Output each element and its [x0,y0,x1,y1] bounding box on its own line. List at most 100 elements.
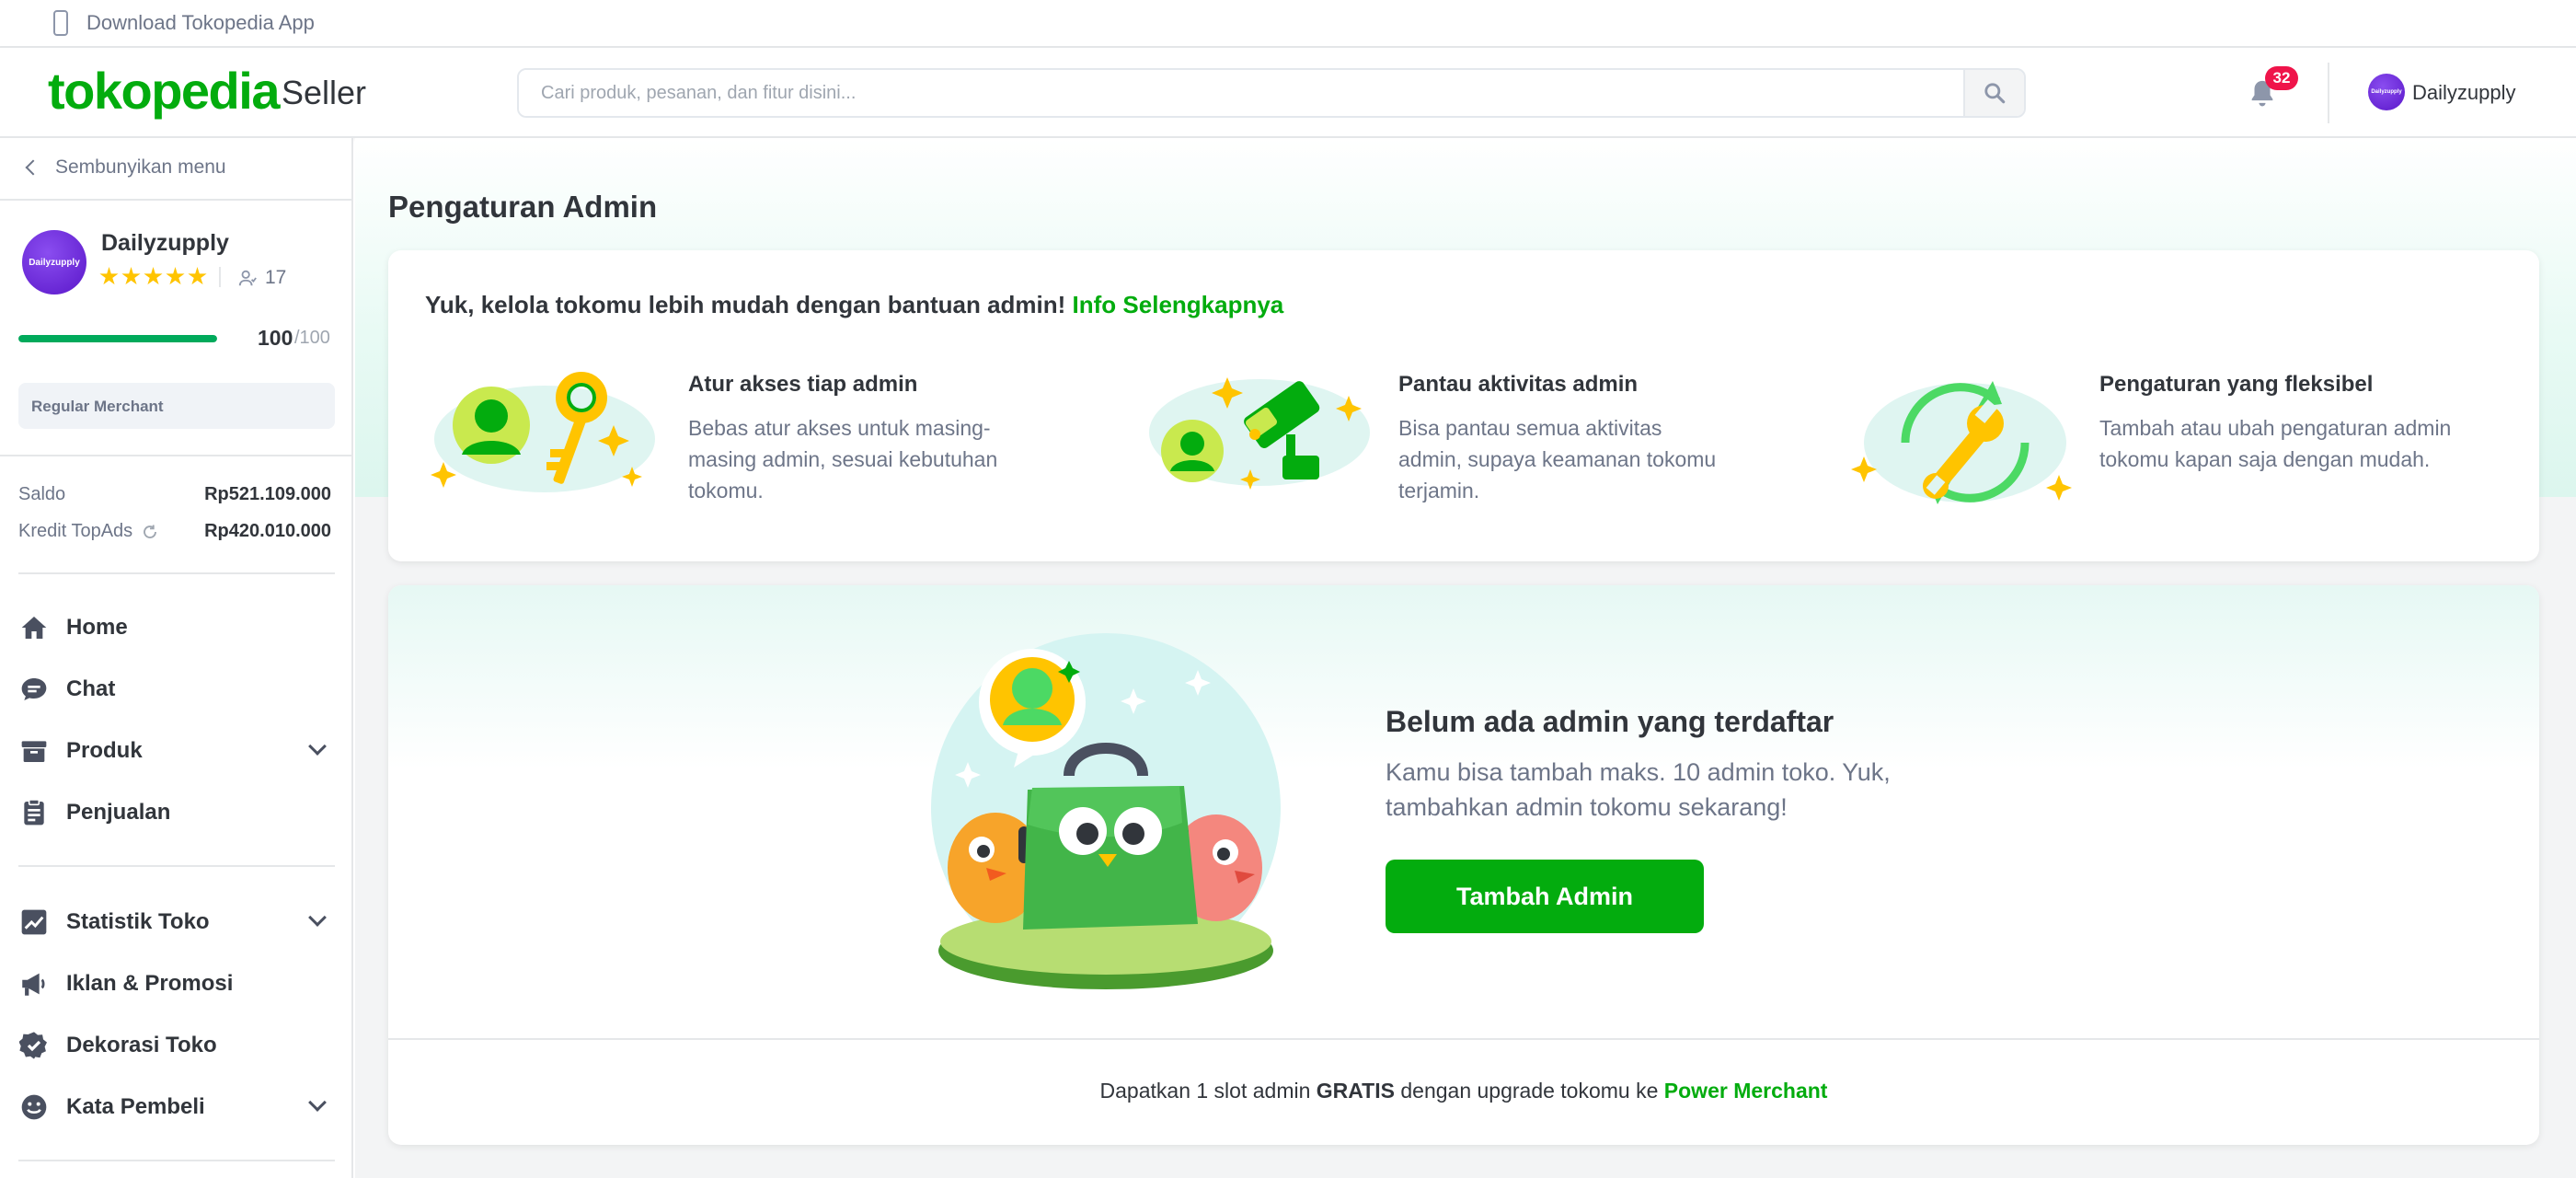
nav-label: Statistik Toko [66,909,210,934]
mascot-support-illustration [931,633,1281,989]
nav-label: Dekorasi Toko [66,1033,217,1057]
nav-label: Chat [66,676,116,701]
chevron-down-icon [308,1093,327,1112]
hide-menu-label: Sembunyikan menu [55,156,226,178]
followers-icon [238,270,257,286]
search-icon [1984,83,2006,104]
smiley-icon [18,1091,50,1123]
card-gradient [388,585,2539,769]
admin-info-card: Yuk, kelola tokomu lebih mudah dengan ba… [388,250,2539,561]
shop-score-bar [18,335,217,342]
wrench-sync-illustration [1851,381,2072,504]
app-download-bar[interactable]: Download Tokopedia App [0,0,2576,48]
empty-title: Belum ada admin yang terdaftar [1386,705,1834,738]
shop-score: 100 [258,326,293,350]
empty-description: Kamu bisa tambah maks. 10 admin toko. Yu… [1386,758,1891,821]
box-icon [18,735,50,767]
merchant-type-badge[interactable]: Regular Merchant [18,383,335,429]
shop-score-max: /100 [294,328,330,348]
user-key-illustration [431,372,655,492]
nav-dekorasi-toko[interactable]: Dekorasi Toko [18,1022,335,1069]
nav-produk[interactable]: Produk [18,727,335,775]
saldo-value[interactable]: Rp521.109.000 [204,484,331,505]
notification-badge: 32 [2265,66,2298,90]
feature-title: Pantau aktivitas admin [1398,372,1639,397]
divider [18,865,335,867]
star-icon [121,267,141,285]
hide-menu-button[interactable]: Sembunyikan menu [25,156,226,179]
info-heading-text: Yuk, kelola tokomu lebih mudah dengan ba… [425,291,1066,318]
info-more-link[interactable]: Info Selengkapnya [1073,291,1284,318]
home-icon [18,612,50,643]
upgrade-note-bold: GRATIS [1316,1079,1395,1103]
feature-title: Pengaturan yang fleksibel [2099,372,2374,397]
separator [219,267,221,287]
chevron-down-icon [308,737,327,756]
nav-statistik-toko[interactable]: Statistik Toko [18,898,335,946]
upgrade-note: Dapatkan 1 slot admin GRATIS dengan upgr… [388,1079,2539,1103]
app-download-link[interactable]: Download Tokopedia App [86,11,315,35]
empty-admin-card: Belum ada admin yang terdaftar Kamu bisa… [388,585,2539,1145]
nav-penjualan[interactable]: Penjualan [18,789,335,837]
power-merchant-link[interactable]: Power Merchant [1664,1079,1828,1103]
info-heading: Yuk, kelola tokomu lebih mudah dengan ba… [425,291,1283,319]
divider [18,572,335,574]
star-icon [166,267,185,285]
feature-title: Atur akses tiap admin [688,372,918,397]
nav-kata-pembeli[interactable]: Kata Pembeli [18,1083,335,1131]
refresh-icon[interactable] [142,524,158,540]
chevron-left-icon [25,159,41,176]
star-icon [188,267,207,285]
upgrade-note-prefix: Dapatkan 1 slot admin [1099,1079,1311,1103]
nav-label: Penjualan [66,800,171,825]
nav-label: Produk [66,738,143,763]
followers-count: 17 [265,267,287,288]
header: tokopedia Seller 32 Dailyzupply Dailyzup… [0,48,2576,138]
megaphone-icon [18,968,50,999]
main-content: Pengaturan Admin Yuk, kelola tokomu lebi… [355,138,2576,1178]
logo-seller-label: Seller [282,74,367,111]
topads-value[interactable]: Rp420.010.000 [204,521,331,542]
shop-rating-stars [99,267,207,286]
nav-chat[interactable]: Chat [18,665,335,713]
feature-desc: Bisa pantau semua aktivitas admin, supay… [1398,416,1717,502]
badge-check-icon [18,1030,50,1061]
feature-desc: Tambah atau ubah pengaturan admin tokomu… [2099,416,2452,471]
shop-avatar[interactable]: Dailyzupply [22,230,86,294]
phone-icon [53,10,68,36]
star-icon [144,267,163,285]
chart-icon [18,907,50,938]
search-button[interactable] [1963,70,2024,116]
topads-credit: Kredit TopAds [18,521,158,542]
nav-home[interactable]: Home [18,604,335,652]
nav-label: Home [66,615,128,640]
followers: 17 [237,267,286,289]
header-divider [2328,63,2329,123]
clipboard-icon [18,797,50,828]
divider [18,1160,335,1161]
add-admin-button[interactable]: Tambah Admin [1386,860,1704,933]
divider [388,1038,2539,1040]
nav-label: Iklan & Promosi [66,971,234,996]
search-input[interactable] [519,70,1965,116]
page-title: Pengaturan Admin [388,190,658,224]
feature-desc: Bebas atur akses untuk masing-masing adm… [688,416,998,502]
sidebar: Sembunyikan menu Dailyzupply Dailyzupply… [0,138,353,1178]
tokopedia-logo[interactable]: tokopedia [48,61,280,121]
topads-label: Kredit TopAds [18,521,133,541]
search-bar [517,68,2026,118]
cctv-illustration [1149,377,1370,490]
chat-icon [18,674,50,705]
user-name[interactable]: Dailyzupply [2412,81,2516,105]
nav-label: Kata Pembeli [66,1094,205,1119]
shop-score-fill [18,335,217,342]
shop-name[interactable]: Dailyzupply [101,230,229,257]
divider [0,455,353,456]
star-icon [99,267,119,285]
divider [0,199,353,201]
saldo-label: Saldo [18,484,66,504]
nav-iklan-promosi[interactable]: Iklan & Promosi [18,960,335,1008]
chevron-down-icon [308,908,327,927]
user-avatar[interactable]: Dailyzupply [2368,74,2405,110]
upgrade-note-middle: dengan upgrade tokomu ke [1400,1079,1659,1103]
